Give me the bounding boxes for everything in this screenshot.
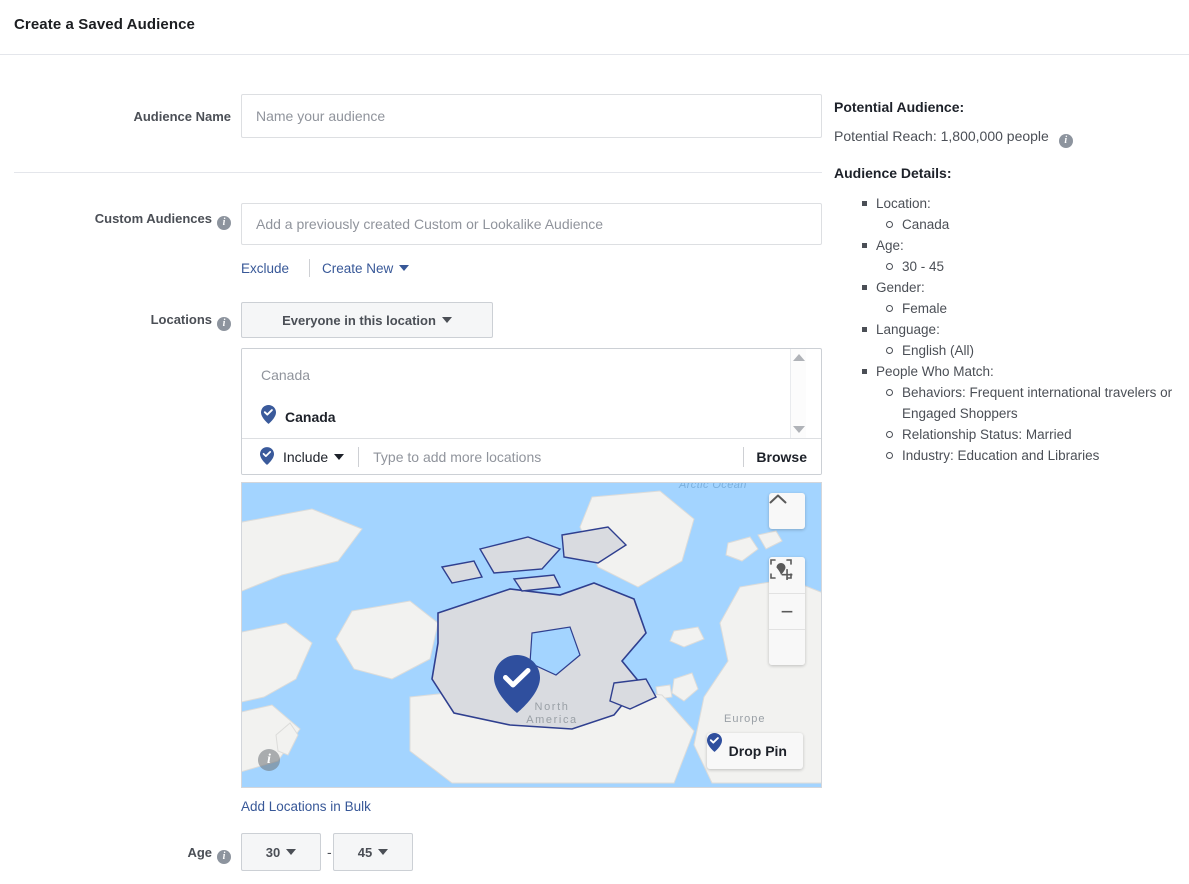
- drop-pin-label: Drop Pin: [728, 743, 787, 759]
- chevron-down-icon: [399, 265, 410, 271]
- include-label: Include: [283, 449, 329, 465]
- map-zoom-out-button[interactable]: −: [769, 593, 805, 629]
- page-title: Create a Saved Audience: [14, 16, 195, 33]
- audience-name-label: Audience Name: [133, 109, 231, 124]
- custom-audiences-placeholder: Add a previously created Custom or Looka…: [256, 216, 604, 232]
- section-divider: [14, 172, 822, 173]
- locate-pin-icon: [770, 559, 792, 579]
- custom-audiences-input[interactable]: Add a previously created Custom or Looka…: [241, 203, 822, 245]
- map-zoom-controls: + −: [769, 557, 805, 665]
- detail-group-label: Language:: [860, 319, 1180, 340]
- info-icon[interactable]: i: [217, 317, 231, 331]
- include-exclude-dropdown[interactable]: Include: [242, 446, 345, 468]
- detail-value: Relationship Status: Married: [860, 424, 1180, 445]
- location-group-heading: Canada: [261, 367, 311, 383]
- info-icon[interactable]: i: [217, 216, 231, 230]
- browse-button[interactable]: Browse: [756, 449, 821, 465]
- location-pin-check-icon: [261, 405, 276, 429]
- page-header: Create a Saved Audience: [0, 0, 1189, 55]
- chevron-down-icon: [441, 317, 452, 323]
- chevron-up-icon: [769, 494, 787, 504]
- browse-divider: [743, 447, 745, 467]
- audience-name-placeholder: Name your audience: [256, 108, 386, 124]
- add-location-input[interactable]: Type to add more locations: [373, 449, 743, 465]
- map-locate-button[interactable]: [769, 559, 805, 665]
- age-max-dropdown[interactable]: 45: [333, 833, 413, 871]
- info-icon[interactable]: i: [1058, 134, 1073, 148]
- locations-box: Canada Canada Include Type to add more l…: [241, 348, 822, 475]
- detail-value: 30 - 45: [860, 256, 1180, 277]
- detail-group-label: Gender:: [860, 277, 1180, 298]
- map-collapse-button[interactable]: [769, 493, 805, 529]
- link-separator: [309, 259, 310, 277]
- audience-details-heading: Audience Details:: [834, 165, 952, 181]
- detail-value: Industry: Education and Libraries: [860, 445, 1180, 466]
- detail-group-label: People Who Match:: [860, 361, 1180, 382]
- potential-audience-heading: Potential Audience:: [834, 99, 965, 115]
- locations-input-row: Include Type to add more locations Brows…: [242, 438, 821, 474]
- map-selected-pin-icon: [494, 655, 540, 713]
- drop-pin-button[interactable]: Drop Pin: [706, 733, 803, 769]
- location-name: Canada: [285, 409, 336, 425]
- age-min-dropdown[interactable]: 30: [241, 833, 321, 871]
- detail-value: Canada: [860, 214, 1180, 235]
- create-saved-audience-page: Create a Saved Audience Audience Name Na…: [0, 0, 1189, 884]
- chevron-down-icon: [378, 849, 389, 855]
- detail-value: English (All): [860, 340, 1180, 361]
- location-pin-check-icon: [260, 446, 274, 468]
- locations-scrollbar[interactable]: [790, 349, 806, 438]
- info-icon[interactable]: i: [217, 850, 231, 864]
- age-range-separator: -: [327, 844, 332, 860]
- detail-group-label: Location:: [860, 193, 1180, 214]
- detail-value: Behaviors: Frequent international travel…: [860, 382, 1180, 424]
- audience-details-list: Location: Canada Age: 30 - 45 Gender: Fe…: [860, 193, 1180, 466]
- age-label: Age i: [0, 845, 231, 864]
- detail-value: Female: [860, 298, 1180, 319]
- map-arctic-ocean-label: Arctic Ocean: [679, 482, 747, 491]
- add-locations-bulk-link[interactable]: Add Locations in Bulk: [241, 799, 371, 814]
- location-list-item[interactable]: Canada: [261, 405, 336, 429]
- input-divider: [358, 447, 360, 467]
- scroll-down-arrow-icon[interactable]: [792, 426, 805, 433]
- potential-reach-text: Potential Reach: 1,800,000 people i: [834, 128, 1073, 148]
- locations-map[interactable]: Arctic Ocean North America Europe + − Dr…: [241, 482, 822, 788]
- detail-group-label: Age:: [860, 235, 1180, 256]
- audience-name-input[interactable]: Name your audience: [241, 94, 822, 138]
- create-new-link[interactable]: Create New: [322, 261, 410, 276]
- location-scope-dropdown[interactable]: Everyone in this location: [241, 302, 493, 338]
- selected-locations-list: Canada Canada: [242, 349, 806, 438]
- chevron-down-icon: [334, 454, 345, 460]
- map-europe-label: Europe: [724, 713, 766, 725]
- locations-label: Locations i: [0, 312, 231, 331]
- custom-audiences-label: Custom Audiences i: [0, 211, 231, 230]
- exclude-link[interactable]: Exclude: [241, 261, 289, 276]
- scroll-up-arrow-icon[interactable]: [792, 354, 805, 361]
- chevron-down-icon: [286, 849, 297, 855]
- map-info-icon[interactable]: i: [258, 749, 280, 771]
